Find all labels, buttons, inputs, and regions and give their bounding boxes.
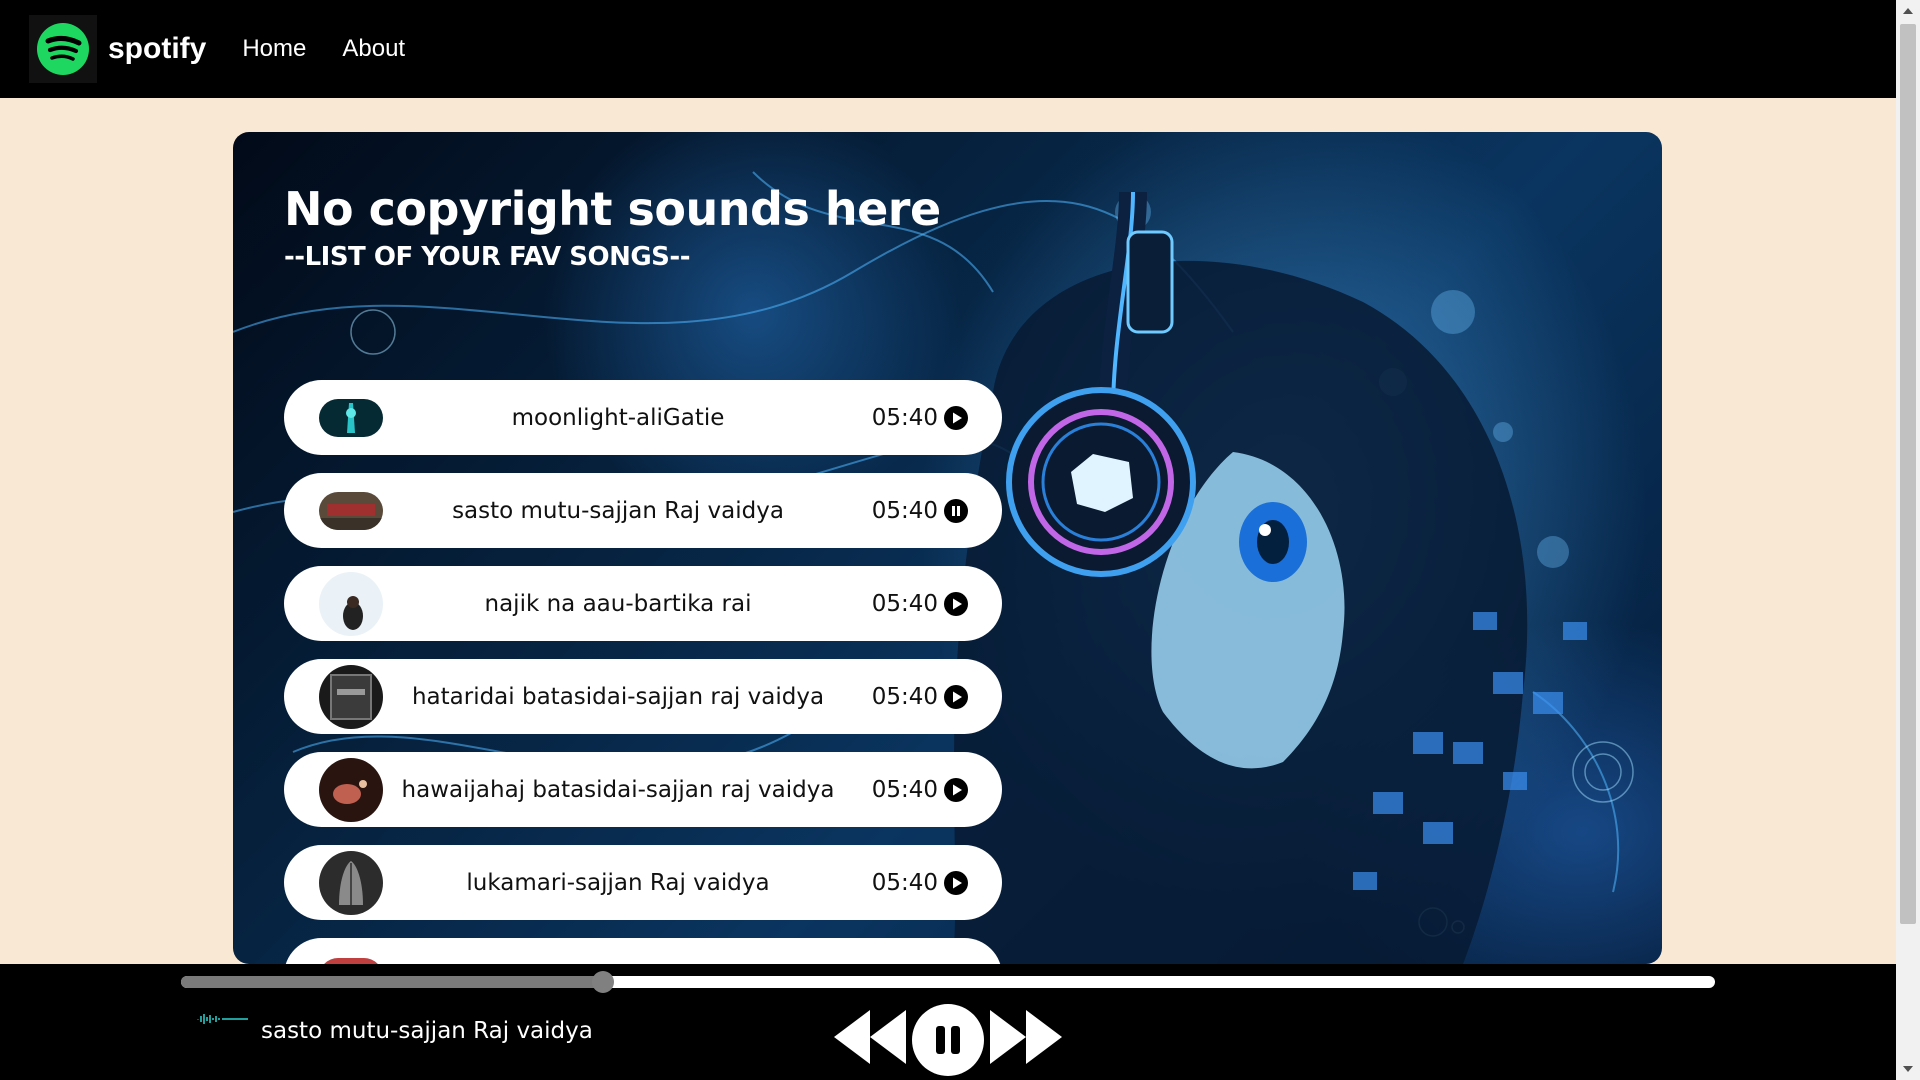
pause-icon[interactable] (910, 1002, 986, 1076)
progress-bar[interactable] (181, 971, 1715, 993)
nav-link-about[interactable]: About (342, 35, 405, 63)
song-item-moonlight[interactable]: moonlight-aliGatie 05:40 (284, 380, 1002, 455)
song-item-partial[interactable] (284, 938, 1002, 964)
song-title: sasto mutu-sajjan Raj vaidya (452, 497, 784, 524)
page-title: No copyright sounds here (284, 182, 941, 236)
song-cover-image (319, 399, 383, 437)
song-title: hawaijahaj batasidai-sajjan raj vaidya (401, 776, 835, 803)
pause-circle-icon[interactable] (944, 498, 968, 523)
scroll-up-arrow-icon[interactable] (1896, 0, 1920, 22)
song-cover-image (319, 664, 383, 729)
song-duration: 05:40 (871, 869, 938, 896)
scroll-down-arrow-icon[interactable] (1896, 1058, 1920, 1080)
song-title: lukamari-sajjan Raj vaidya (466, 869, 770, 896)
playing-wave-icon (197, 1014, 248, 1024)
play-circle-icon[interactable] (944, 870, 968, 895)
brand-name[interactable]: spotify (108, 32, 206, 66)
song-cover-image (319, 571, 383, 636)
progress-knob[interactable] (591, 971, 614, 993)
song-cover-image (319, 850, 383, 915)
song-duration: 05:40 (871, 497, 938, 524)
play-circle-icon[interactable] (944, 405, 968, 430)
song-title: najik na aau-bartika rai (484, 590, 752, 617)
page-subtitle: --LIST OF YOUR FAV SONGS-- (284, 242, 690, 272)
song-cover-image (319, 757, 383, 822)
song-item-hawaijahaj-batasidai[interactable]: hawaijahaj batasidai-sajjan raj vaidya 0… (284, 752, 1002, 827)
song-list-container: No copyright sounds here --LIST OF YOUR … (233, 132, 1662, 964)
song-duration: 05:40 (871, 683, 938, 710)
progress-fill (181, 976, 603, 988)
song-duration: 05:40 (871, 404, 938, 431)
song-list: moonlight-aliGatie 05:40 sasto mutu-sajj… (284, 380, 1002, 964)
play-circle-icon[interactable] (944, 777, 968, 802)
navbar: spotify Home About (0, 0, 1896, 98)
play-circle-icon[interactable] (944, 684, 968, 709)
player-bar: sasto mutu-sajjan Raj vaidya (0, 964, 1896, 1080)
song-item-lukamari[interactable]: lukamari-sajjan Raj vaidya 05:40 (284, 845, 1002, 920)
previous-icon[interactable] (832, 1006, 908, 1068)
song-title: hataridai batasidai-sajjan raj vaidya (411, 683, 825, 710)
play-circle-icon[interactable] (944, 591, 968, 616)
playback-controls (832, 1004, 1064, 1080)
song-item-najik-na-aau[interactable]: najik na aau-bartika rai 05:40 (284, 566, 1002, 641)
spotify-logo-icon[interactable] (29, 15, 97, 83)
now-playing-title: sasto mutu-sajjan Raj vaidya (261, 1018, 593, 1044)
next-icon[interactable] (988, 1006, 1064, 1068)
nav-link-home[interactable]: Home (242, 35, 306, 63)
song-title: moonlight-aliGatie (511, 404, 725, 431)
song-item-hataridai-batasidai[interactable]: hataridai batasidai-sajjan raj vaidya 05… (284, 659, 1002, 734)
scrollbar-thumb[interactable] (1900, 24, 1916, 924)
page-scrollbar[interactable] (1896, 0, 1920, 1080)
song-item-sasto-mutu[interactable]: sasto mutu-sajjan Raj vaidya 05:40 (284, 473, 1002, 548)
song-duration: 05:40 (871, 590, 938, 617)
song-duration: 05:40 (871, 776, 938, 803)
song-cover-image (319, 492, 383, 530)
